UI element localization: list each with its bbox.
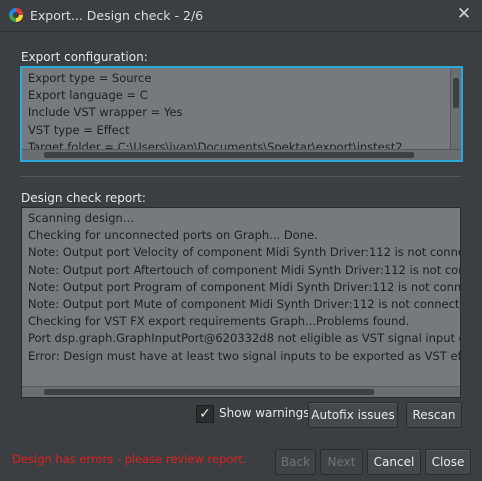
export-configuration-text[interactable]: Export type = Source Export language = C I… [20,66,463,162]
report-line: Note: Output port Mute of component Midi… [28,297,461,312]
rescan-button[interactable]: Rescan [406,402,462,428]
report-line: Checking for unconnected ports on Graph.… [28,228,318,243]
report-line: Error: Design must have at least two sig… [28,348,461,363]
cancel-button[interactable]: Cancel [367,449,421,475]
config-lines: Export type = Source Export language = C I… [22,68,461,156]
config-line: VST type = Effect [28,122,130,137]
config-horizontal-scrollbar[interactable] [22,149,461,160]
config-line: Export type = Source [28,71,152,85]
next-button[interactable]: Next [320,449,363,475]
window-title: Export... Design check - 2/6 [30,8,204,23]
show-warnings-label[interactable]: Show warnings [219,406,310,420]
config-horizontal-thumb[interactable] [44,152,414,158]
report-lines: Scanning design... Checking for unconnect… [22,208,460,365]
report-line: Note: Output port Program of component M… [28,279,461,294]
design-check-report-label: Design check report: [21,191,146,205]
report-line: Note: Output port Aftertouch of componen… [28,262,461,277]
status-error-message: Design has errors - please review report… [12,452,247,466]
section-divider [20,176,461,177]
close-window-icon[interactable]: ✕ [454,4,474,24]
back-button[interactable]: Back [275,449,316,475]
app-logo-icon [9,8,23,22]
checkbox-check-icon[interactable]: ✓ [196,405,214,423]
report-horizontal-thumb[interactable] [44,389,374,395]
export-configuration-label: Export configuration: [21,50,148,64]
report-line: Note: Output port Velocity of component … [28,245,461,260]
config-vertical-scrollbar[interactable] [450,68,461,150]
config-line: Export language = C [28,88,148,103]
autofix-issues-button[interactable]: Autofix issues [308,402,398,428]
config-vertical-thumb[interactable] [453,78,459,108]
design-check-report-text[interactable]: Scanning design... Checking for unconnect… [21,207,461,398]
report-line: Scanning design... [28,211,134,225]
config-line: Include VST wrapper = Yes [28,105,183,120]
close-button[interactable]: Close [425,449,471,475]
report-line: Port dsp.graph.GraphInputPort@620332d8 n… [28,331,461,346]
title-bar: Export... Design check - 2/6 ✕ [0,0,482,32]
report-horizontal-scrollbar[interactable] [22,386,460,397]
report-line: Checking for VST FX export requirements … [28,314,410,329]
